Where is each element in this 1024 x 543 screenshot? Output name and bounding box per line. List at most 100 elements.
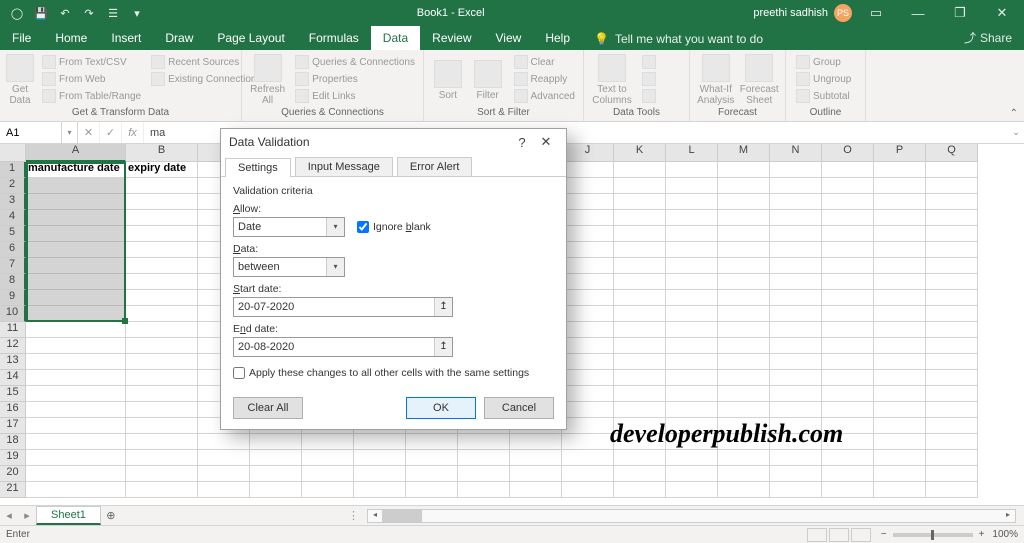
filter-button[interactable]: Filter [470, 54, 506, 106]
tab-help[interactable]: Help [533, 26, 582, 50]
tab-insert[interactable]: Insert [99, 26, 153, 50]
cell[interactable] [718, 290, 770, 306]
save-icon[interactable]: 💾 [30, 2, 52, 24]
enter-formula-icon[interactable]: ✓ [100, 122, 122, 143]
cell[interactable] [126, 290, 198, 306]
row-header[interactable]: 21 [0, 482, 26, 498]
cell[interactable] [822, 306, 874, 322]
cell[interactable] [770, 258, 822, 274]
cell[interactable] [26, 178, 126, 194]
cell[interactable] [770, 434, 822, 450]
row-header[interactable]: 20 [0, 466, 26, 482]
scroll-right-icon[interactable]: ▸ [1001, 510, 1015, 522]
col-header-O[interactable]: O [822, 144, 874, 162]
fill-handle[interactable] [122, 318, 128, 324]
cell[interactable] [770, 162, 822, 178]
cell[interactable] [26, 402, 126, 418]
cell[interactable] [26, 434, 126, 450]
whatif-button[interactable]: What-If Analysis [696, 54, 736, 106]
cell[interactable] [874, 242, 926, 258]
cell[interactable] [874, 434, 926, 450]
cell[interactable] [770, 178, 822, 194]
cell[interactable] [770, 194, 822, 210]
cell[interactable] [614, 402, 666, 418]
ribbon-options-icon[interactable]: ▭ [858, 0, 894, 26]
cell[interactable] [926, 194, 978, 210]
cell[interactable] [614, 370, 666, 386]
cell[interactable] [562, 338, 614, 354]
cell[interactable] [822, 162, 874, 178]
cell[interactable] [614, 434, 666, 450]
cell[interactable] [666, 386, 718, 402]
dialog-help-icon[interactable]: ? [510, 135, 534, 150]
dialog-titlebar[interactable]: Data Validation ? ✕ [221, 129, 566, 155]
cell[interactable] [666, 338, 718, 354]
cell[interactable] [198, 450, 250, 466]
col-header-M[interactable]: M [718, 144, 770, 162]
cell[interactable] [770, 466, 822, 482]
data-validation-button[interactable] [640, 88, 658, 104]
minimize-icon[interactable]: — [900, 0, 936, 26]
cell[interactable] [666, 466, 718, 482]
cell[interactable] [770, 242, 822, 258]
cell[interactable] [250, 466, 302, 482]
redo-icon[interactable]: ↷ [78, 2, 100, 24]
cell[interactable] [198, 466, 250, 482]
cell[interactable] [354, 482, 406, 498]
row-header[interactable]: 14 [0, 370, 26, 386]
cell[interactable] [406, 466, 458, 482]
cell[interactable] [926, 434, 978, 450]
zoom-in-icon[interactable]: + [979, 529, 985, 540]
cell[interactable] [822, 354, 874, 370]
cell[interactable] [822, 386, 874, 402]
cell[interactable] [614, 162, 666, 178]
cell[interactable] [26, 418, 126, 434]
cell[interactable] [822, 338, 874, 354]
autosave-toggle[interactable]: ◯ [6, 2, 28, 24]
cell[interactable] [406, 450, 458, 466]
cell[interactable] [562, 434, 614, 450]
cell[interactable] [718, 242, 770, 258]
sheet-nav-prev-icon[interactable]: ◂ [0, 509, 18, 522]
cell[interactable] [26, 386, 126, 402]
cell[interactable] [822, 450, 874, 466]
cell[interactable] [926, 258, 978, 274]
apply-all-checkbox[interactable] [233, 367, 245, 379]
cell[interactable] [458, 450, 510, 466]
cell[interactable] [510, 482, 562, 498]
cell[interactable] [770, 482, 822, 498]
zoom-level[interactable]: 100% [992, 529, 1018, 540]
cell[interactable] [562, 242, 614, 258]
cell[interactable] [458, 466, 510, 482]
share-button[interactable]: ⤴ Share [952, 25, 1024, 50]
cell[interactable] [874, 402, 926, 418]
cell[interactable] [718, 338, 770, 354]
cell[interactable] [926, 226, 978, 242]
row-header[interactable]: 12 [0, 338, 26, 354]
cell[interactable] [614, 178, 666, 194]
cell[interactable] [26, 274, 126, 290]
cell[interactable] [874, 290, 926, 306]
cell[interactable] [822, 226, 874, 242]
cell[interactable] [562, 450, 614, 466]
cell[interactable] [822, 178, 874, 194]
row-header[interactable]: 13 [0, 354, 26, 370]
cell[interactable] [874, 194, 926, 210]
ignore-blank-checkbox[interactable] [357, 221, 369, 233]
cell[interactable] [562, 178, 614, 194]
tab-home[interactable]: Home [43, 26, 99, 50]
cell[interactable] [614, 386, 666, 402]
cell[interactable] [666, 290, 718, 306]
row-header[interactable]: 1 [0, 162, 26, 178]
cell[interactable] [770, 450, 822, 466]
cell[interactable] [822, 322, 874, 338]
cell[interactable] [126, 450, 198, 466]
cell[interactable] [874, 370, 926, 386]
start-date-input[interactable]: 20-07-2020 ↥ [233, 297, 453, 317]
cell[interactable] [614, 466, 666, 482]
cell[interactable] [718, 466, 770, 482]
cell[interactable] [926, 210, 978, 226]
cell[interactable] [718, 370, 770, 386]
group-rows-button[interactable]: Group [794, 54, 853, 70]
cell[interactable] [198, 434, 250, 450]
